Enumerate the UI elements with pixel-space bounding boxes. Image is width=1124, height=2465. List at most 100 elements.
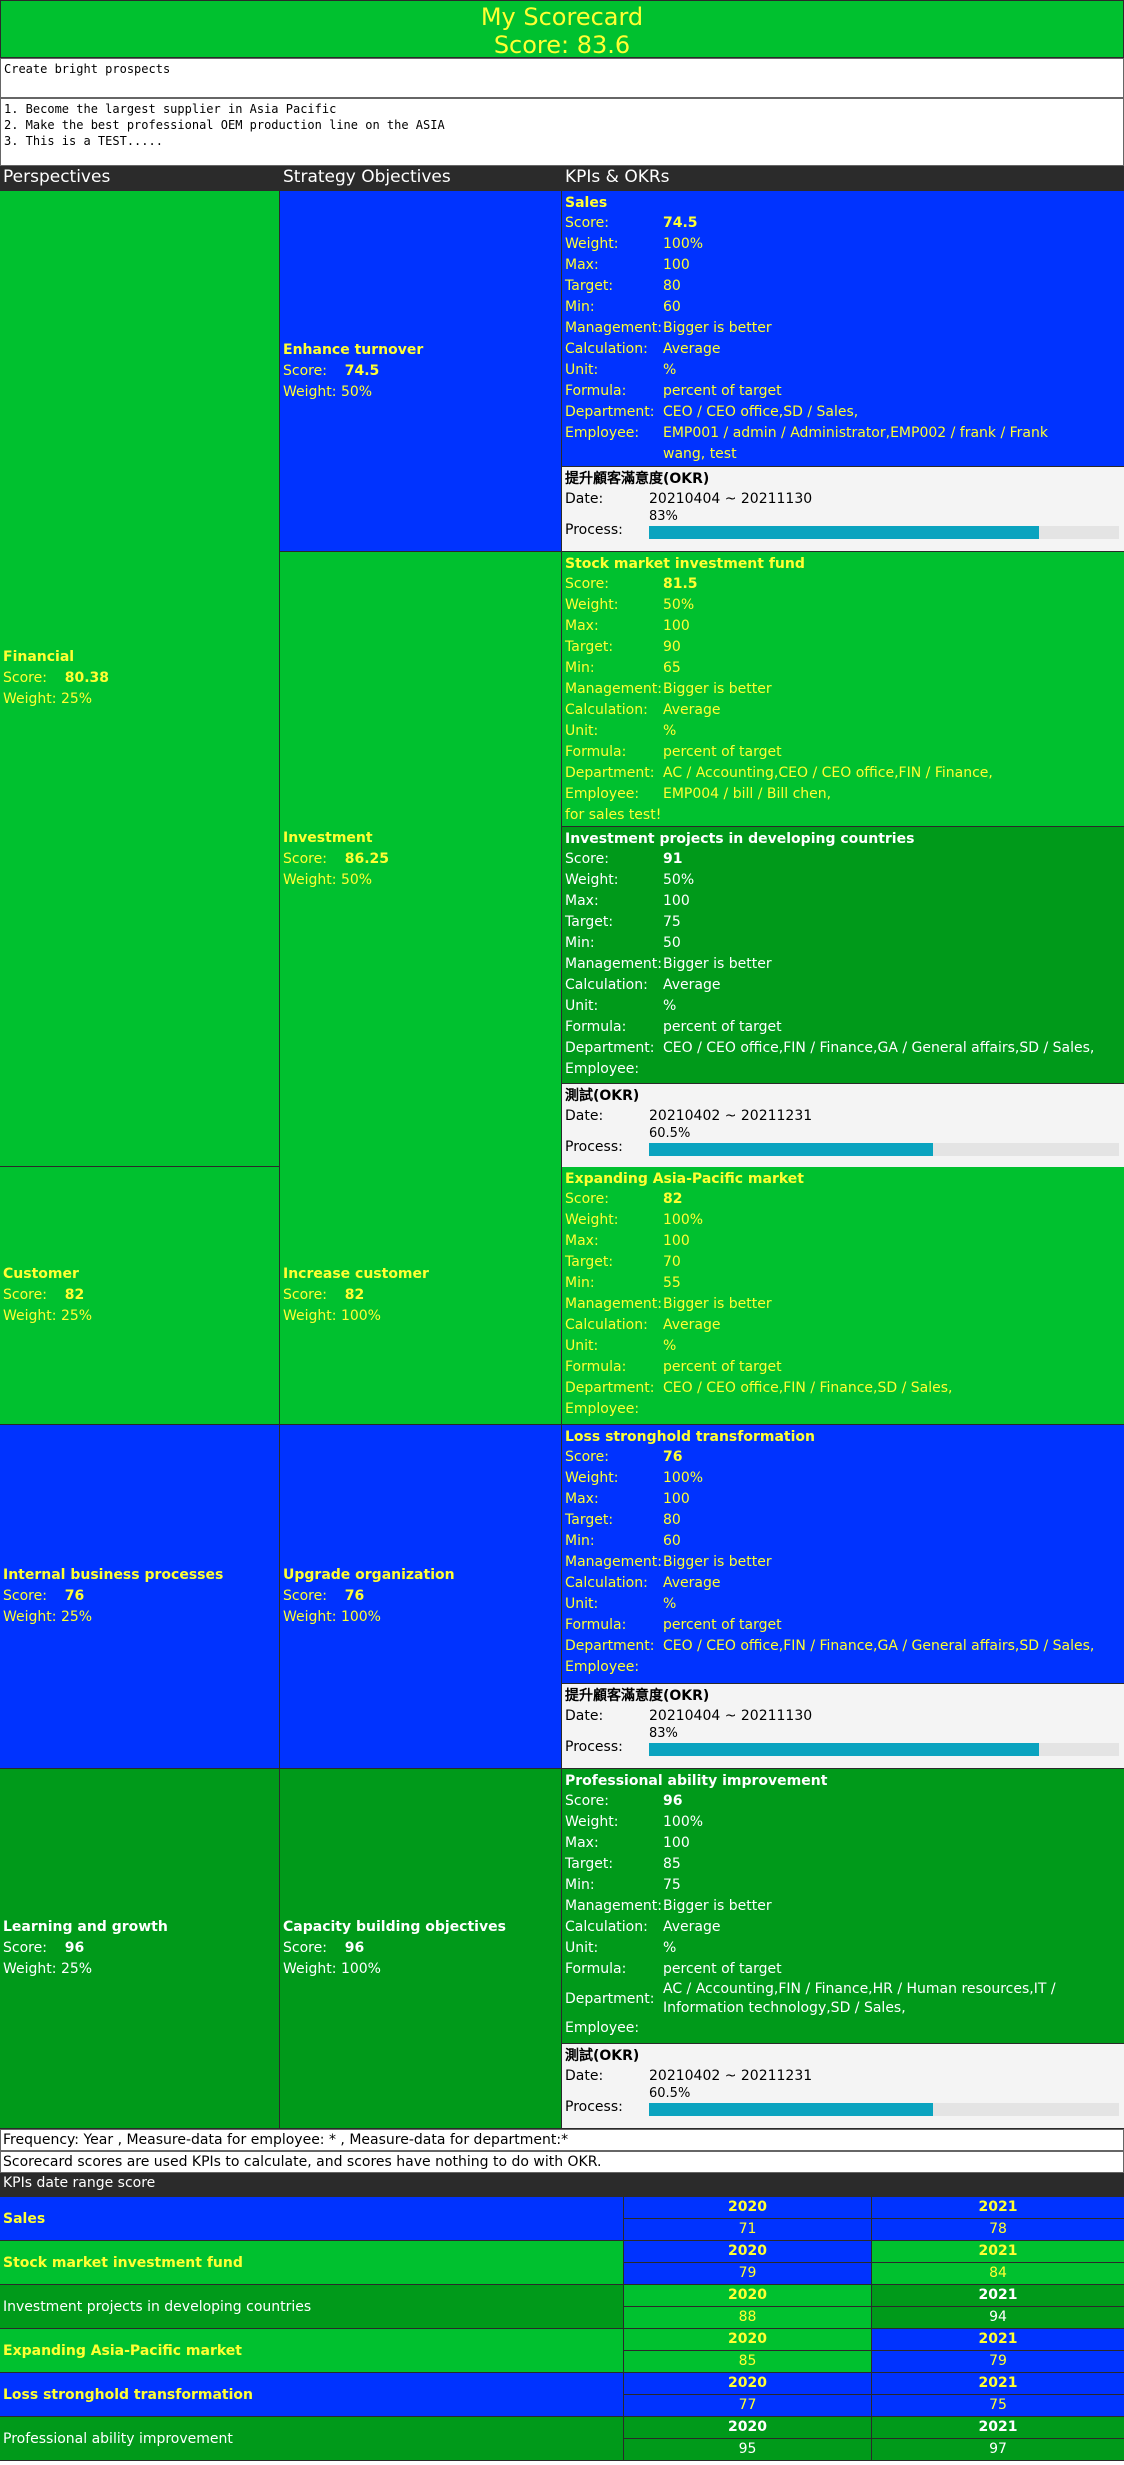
max-label: Max: [565,618,599,634]
objective-weight: Weight: 50% [283,383,373,400]
trend-year: 2021 [872,2329,1124,2351]
formula-label: Formula: [565,1019,627,1035]
kpi-card[interactable]: Expanding Asia-Pacific market Score: 82 W… [562,1167,1124,1424]
kpi-unit: % [663,998,677,1014]
trend-kpi-name[interactable]: Professional ability improvement [0,2417,624,2460]
kpi-title: Investment projects in developing countr… [565,831,915,847]
objective-row: Increase customer Score: 82 Weight: 100%… [280,1167,1124,1424]
min-label: Min: [565,935,595,951]
perspective-cell[interactable]: Internal business processes Score: 76 We… [0,1425,280,1768]
kpi-formula: percent of target [663,1359,782,1375]
trend-value: 71 [624,2219,871,2240]
trend-year: 2020 [624,2373,871,2395]
okr-process-text: 83% [649,1726,678,1741]
kpi-min: 60 [663,299,681,315]
weight-label: Weight: [565,1212,619,1228]
objective-name: Upgrade organization [283,1567,455,1583]
kpi-weight: 100% [663,1814,704,1830]
objective-row: Investment Score: 86.25 Weight: 50% Stoc… [280,551,1124,1167]
kpi-min: 55 [663,1275,681,1291]
perspective-cell[interactable]: Financial Score: 80.38 Weight: 25% [0,191,280,1166]
trend-kpi-name[interactable]: Expanding Asia-Pacific market [0,2329,624,2372]
weight-label: Weight: [565,1814,619,1830]
column-perspectives: Perspectives [3,167,111,187]
target-label: Target: [565,1254,614,1270]
score-label: Score: [283,851,327,867]
perspective-name: Learning and growth [3,1919,168,1935]
kpi-score: 76 [663,1449,683,1465]
kpi-calculation: Average [663,977,721,993]
weight-label: Weight: [565,597,619,613]
kpi-score: 81.5 [663,576,698,592]
kpi-employee: EMP004 / bill / Bill chen, [663,786,832,802]
trend-kpi-name[interactable]: Stock market investment fund [0,2241,624,2284]
perspective-cell[interactable]: Customer Score: 82 Weight: 25% [0,1167,280,1424]
kpi-management: Bigger is better [663,320,772,336]
objective-cell[interactable]: Increase customer Score: 82 Weight: 100% [280,1167,562,1424]
trend-year-column: 2020 95 [624,2417,872,2460]
employee-label: Employee: [565,1401,640,1417]
perspective-customer: Customer Score: 82 Weight: 25% Increase … [0,1167,1124,1425]
score-label: Score: [565,576,609,592]
kpi-unit: % [663,723,677,739]
okr-date: 20210402 ~ 20211231 [649,2068,813,2084]
score-label: Score: [3,1588,47,1604]
okr-process-text: 60.5% [649,2086,691,2101]
okr-card[interactable]: 測試(OKR) Date: 20210402 ~ 20211231 Process… [562,1083,1124,1167]
kpi-max: 100 [663,257,690,273]
kpi-target: 80 [663,278,681,294]
kpi-department: CEO / CEO office,FIN / Finance,SD / Sale… [663,1380,953,1396]
calculation-label: Calculation: [565,1575,648,1591]
okr-card[interactable]: 測試(OKR) Date: 20210402 ~ 20211231 Process… [562,2043,1124,2128]
kpi-unit: % [663,1940,677,1956]
okr-progress-bar [649,1742,1119,1756]
trend-row: Investment projects in developing countr… [0,2285,1124,2329]
kpi-max: 100 [663,893,690,909]
kpi-management: Bigger is better [663,1296,772,1312]
trend-kpi-name[interactable]: Investment projects in developing countr… [0,2285,624,2328]
score-label: Score: [3,1940,47,1956]
kpi-target: 80 [663,1512,681,1528]
kpi-score: 74.5 [663,215,698,231]
formula-label: Formula: [565,744,627,760]
kpi-card[interactable]: Loss stronghold transformation Score: 76 … [562,1425,1124,1683]
objective-name: Capacity building objectives [283,1919,506,1935]
kpi-note: for sales test! [565,807,662,823]
trend-value: 84 [872,2263,1124,2284]
trend-kpi-name[interactable]: Loss stronghold transformation [0,2373,624,2416]
kpi-card[interactable]: Stock market investment fund Score: 81.5 … [562,552,1124,826]
kpi-card[interactable]: Professional ability improvement Score: 9… [562,1769,1124,2043]
kpi-weight: 100% [663,236,704,252]
trend-year: 2020 [624,2329,871,2351]
formula-label: Formula: [565,1961,627,1977]
objective-name: Enhance turnover [283,341,424,358]
trend-kpi-name[interactable]: Sales [0,2197,624,2240]
department-label: Department: [565,1638,655,1654]
objective-cell[interactable]: Investment Score: 86.25 Weight: 50% [280,552,562,1167]
trend-year: 2021 [872,2373,1124,2395]
date-label: Date: [565,1108,604,1124]
kpi-card[interactable]: Investment projects in developing countr… [562,826,1124,1083]
trend-row: Loss stronghold transformation 2020 77 2021… [0,2373,1124,2417]
objective-cell[interactable]: Upgrade organization Score: 76 Weight: 1… [280,1425,562,1768]
max-label: Max: [565,1233,599,1249]
okr-card[interactable]: 提升顧客滿意度(OKR) Date: 20210404 ~ 20211130 Pr… [562,1683,1124,1768]
kpi-formula: percent of target [663,744,782,760]
trend-year: 2021 [872,2417,1124,2439]
objective-name: Investment [283,830,373,846]
kpi-formula: percent of target [663,1617,782,1633]
management-label: Management: [565,320,662,336]
objective-cell[interactable]: Enhance turnover Score: 74.5 Weight: 50% [280,191,562,551]
kpi-score: 91 [663,851,683,867]
okr-progress-bar [649,525,1119,539]
kpi-unit: % [663,362,677,378]
kpi-card[interactable]: Sales Score: 74.5 Weight: 100% Max: 100 Tar… [562,191,1124,466]
perspective-cell[interactable]: Learning and growth Score: 96 Weight: 25… [0,1769,280,2128]
trend-value: 88 [624,2307,871,2328]
trend-year-column: 2021 78 [872,2197,1124,2240]
calculation-label: Calculation: [565,702,648,718]
okr-card[interactable]: 提升顧客滿意度(OKR) Date: 20210404 ~ 20211130 Pr… [562,466,1124,551]
objective-cell[interactable]: Capacity building objectives Score: 96 W… [280,1769,562,2128]
target-label: Target: [565,914,614,930]
management-label: Management: [565,1296,662,1312]
